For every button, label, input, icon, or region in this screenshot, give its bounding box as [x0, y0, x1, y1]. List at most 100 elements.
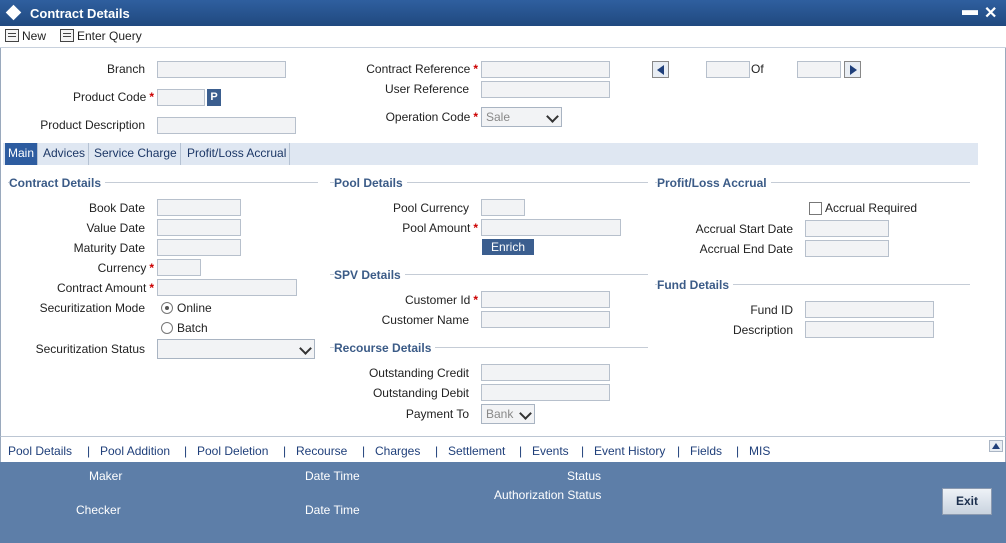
arrow-left-icon [657, 65, 664, 75]
contract-amount-field[interactable] [157, 279, 297, 296]
arrow-up-icon [992, 443, 1000, 449]
toolbar: New Enter Query [0, 26, 1006, 48]
operation-code-label: Operation Code * [340, 110, 478, 124]
separator: | [283, 444, 287, 458]
required-mark: * [473, 221, 478, 235]
securitization-status-label: Securitization Status [35, 342, 145, 356]
new-button[interactable]: New [5, 29, 46, 43]
chevron-down-icon [546, 110, 559, 123]
pool-amount-label-text: Pool Amount [402, 221, 471, 235]
new-document-icon [5, 29, 19, 42]
tab-bar: Main Advices Service Charge Profit/Loss … [3, 143, 978, 165]
tab-profit-loss-accrual[interactable]: Profit/Loss Accrual [184, 143, 291, 165]
subscreen-events[interactable]: Events [532, 444, 569, 458]
branch-field[interactable] [157, 61, 286, 78]
online-label: Online [177, 301, 212, 315]
subscreen-recourse[interactable]: Recourse [296, 444, 347, 458]
close-icon[interactable]: ✕ [984, 3, 997, 23]
chevron-down-icon [519, 407, 532, 420]
separator: | [581, 444, 585, 458]
outstanding-debit-field[interactable] [481, 384, 610, 401]
subscreen-pool-details[interactable]: Pool Details [8, 444, 72, 458]
payment-to-label: Payment To [405, 407, 469, 421]
securitization-status-select[interactable] [157, 339, 315, 359]
accrual-required-label: Accrual Required [825, 201, 918, 215]
required-mark: * [473, 293, 478, 307]
subscreen-charges[interactable]: Charges [375, 444, 420, 458]
window-titlebar: Contract Details ▬ ✕ [0, 0, 1006, 26]
subscreen-settlement[interactable]: Settlement [448, 444, 505, 458]
outstanding-credit-field[interactable] [481, 364, 610, 381]
new-button-label: New [22, 29, 47, 43]
checker-date-time-label: Date Time [305, 503, 360, 517]
book-date-label: Book Date [88, 201, 145, 215]
pool-amount-field[interactable] [481, 219, 621, 236]
currency-label: Currency * [40, 261, 154, 275]
contract-reference-field[interactable] [481, 61, 610, 78]
payment-to-select[interactable]: Bank [481, 404, 535, 424]
subscreen-pool-deletion[interactable]: Pool Deletion [197, 444, 268, 458]
query-icon [60, 29, 74, 42]
book-date-field[interactable] [157, 199, 241, 216]
tab-main[interactable]: Main [5, 143, 39, 165]
required-mark: * [473, 62, 478, 76]
recourse-details-title: Recourse Details [334, 341, 436, 355]
accrual-required-checkbox[interactable] [809, 202, 822, 215]
fund-details-title: Fund Details [657, 278, 734, 292]
product-description-field[interactable] [157, 117, 296, 134]
separator: | [184, 444, 188, 458]
subscreen-event-history[interactable]: Event History [594, 444, 665, 458]
batch-radio[interactable] [161, 322, 173, 334]
user-reference-field[interactable] [481, 81, 610, 98]
required-mark: * [149, 90, 154, 104]
product-description-label: Product Description [40, 118, 145, 132]
pool-currency-label: Pool Currency [392, 201, 469, 215]
description-field[interactable] [805, 321, 934, 338]
pool-currency-field[interactable] [481, 199, 525, 216]
tab-service-charge[interactable]: Service Charge [91, 143, 181, 165]
customer-id-field[interactable] [481, 291, 610, 308]
enter-query-button[interactable]: Enter Query [60, 29, 142, 43]
description-label: Description [732, 323, 793, 337]
operation-code-select[interactable]: Sale [481, 107, 562, 127]
required-mark: * [149, 281, 154, 295]
previous-record-button[interactable] [652, 61, 669, 78]
subscreen-fields[interactable]: Fields [690, 444, 722, 458]
product-code-lookup-button[interactable]: P [207, 89, 221, 106]
payment-to-value: Bank [486, 407, 514, 421]
product-code-label-text: Product Code [72, 90, 147, 104]
currency-field[interactable] [157, 259, 201, 276]
fund-id-field[interactable] [805, 301, 934, 318]
accrual-end-date-label: Accrual End Date [699, 242, 793, 256]
accrual-start-date-field[interactable] [805, 220, 889, 237]
subscreen-pool-addition[interactable]: Pool Addition [100, 444, 170, 458]
subscreen-mis[interactable]: MIS [749, 444, 770, 458]
customer-name-field[interactable] [481, 311, 610, 328]
profit-loss-accrual-title: Profit/Loss Accrual [657, 176, 771, 190]
operation-code-label-text: Operation Code [385, 110, 471, 124]
value-date-field[interactable] [157, 219, 241, 236]
tab-advices[interactable]: Advices [40, 143, 90, 165]
checker-label: Checker [76, 503, 121, 517]
online-radio[interactable] [161, 302, 173, 314]
accrual-start-date-label: Accrual Start Date [695, 222, 793, 236]
maturity-date-field[interactable] [157, 239, 241, 256]
value-date-label: Value Date [86, 221, 145, 235]
product-code-field[interactable] [157, 89, 205, 106]
user-reference-label: User Reference [384, 82, 469, 96]
enrich-button[interactable]: Enrich [482, 239, 534, 255]
audit-footer: Maker Date Time Status Authorization Sta… [0, 462, 1006, 543]
accrual-end-date-field[interactable] [805, 240, 889, 257]
customer-id-label: Customer Id * [340, 293, 478, 307]
separator: | [362, 444, 366, 458]
contract-details-title: Contract Details [9, 176, 106, 190]
exit-button[interactable]: Exit [942, 488, 992, 515]
branch-label: Branch [106, 62, 145, 76]
current-record-field[interactable] [706, 61, 750, 78]
customer-id-label-text: Customer Id [404, 293, 471, 307]
total-records-field[interactable] [797, 61, 841, 78]
next-record-button[interactable] [844, 61, 861, 78]
scroll-up-button[interactable] [989, 440, 1003, 452]
outstanding-debit-label: Outstanding Debit [372, 386, 469, 400]
minimize-icon[interactable]: ▬ [962, 2, 978, 20]
